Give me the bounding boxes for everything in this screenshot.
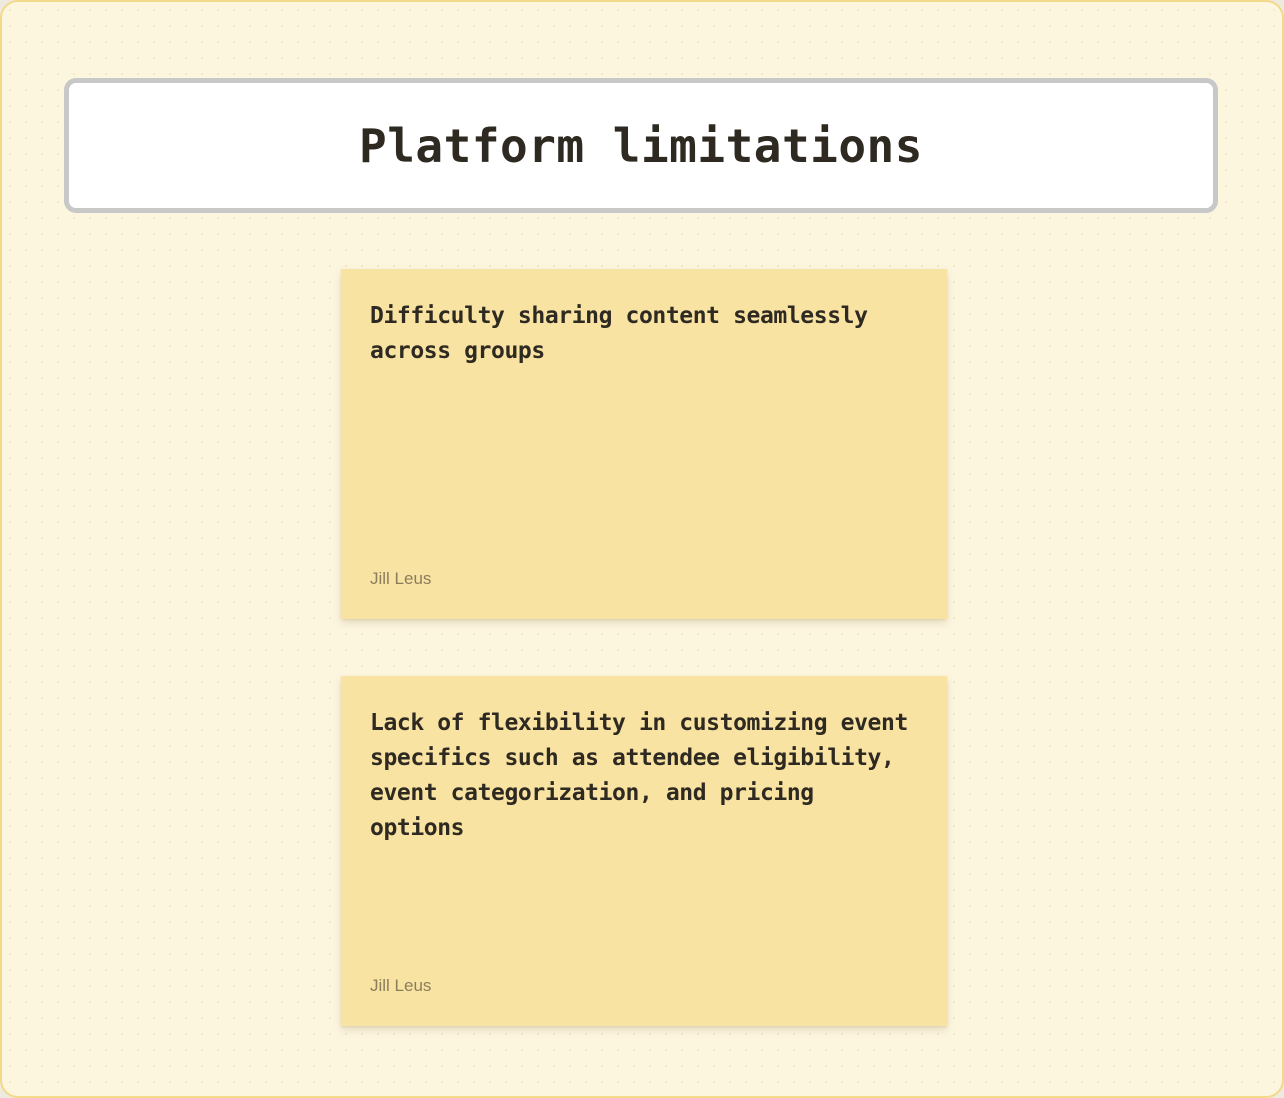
section-title-card[interactable]: Platform limitations xyxy=(64,78,1218,213)
sticky-note-text: Lack of flexibility in customizing event… xyxy=(370,710,908,841)
sticky-note-text: Difficulty sharing content seamlessly ac… xyxy=(370,303,868,364)
sticky-note[interactable]: Lack of flexibility in customizing event… xyxy=(341,676,947,1026)
sticky-note-author: Jill Leus xyxy=(370,976,432,995)
sticky-note-author: Jill Leus xyxy=(370,569,432,588)
whiteboard-frame[interactable]: Platform limitations Difficulty sharing … xyxy=(0,0,1284,1098)
section-title: Platform limitations xyxy=(359,118,923,173)
sticky-note[interactable]: Difficulty sharing content seamlessly ac… xyxy=(341,269,947,619)
